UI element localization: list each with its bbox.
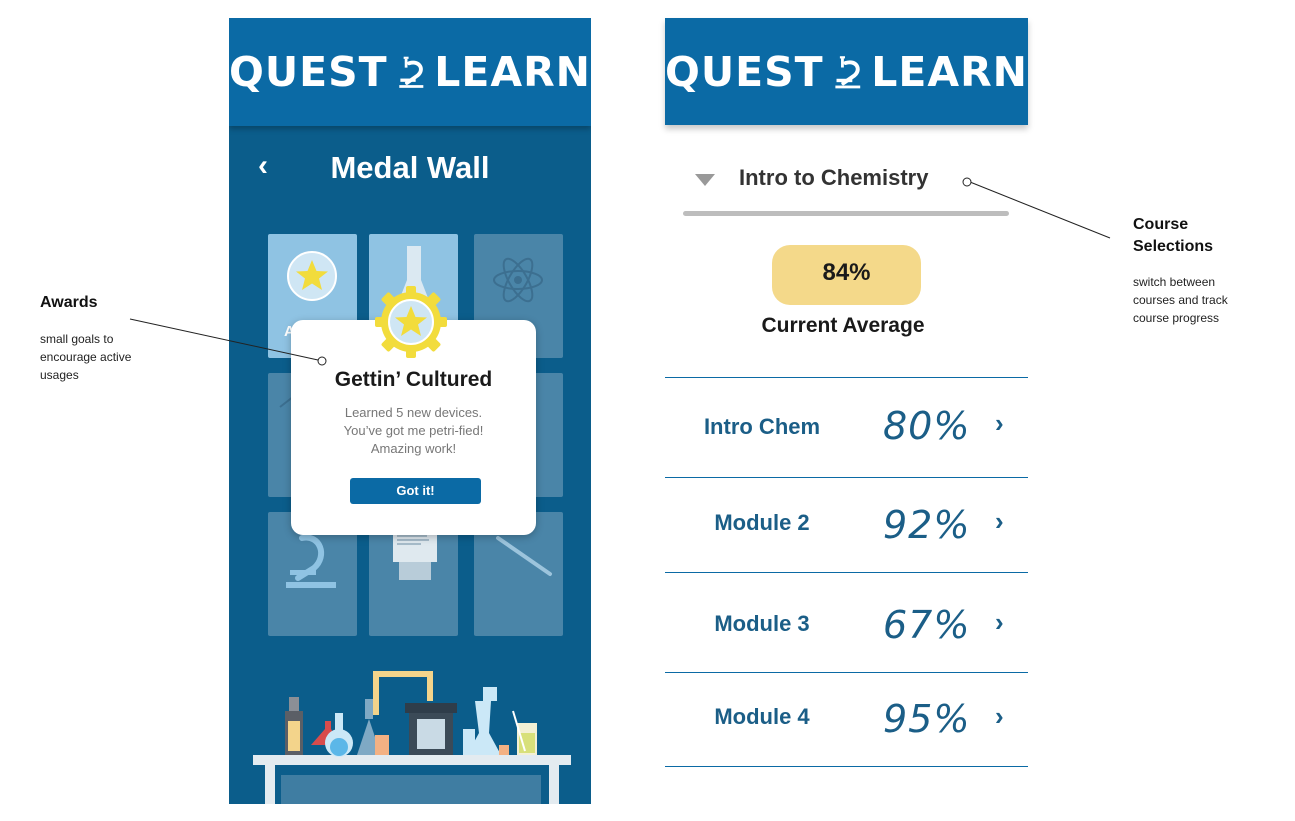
module-name: Intro Chem — [703, 414, 821, 439]
chevron-right-icon[interactable]: › — [995, 701, 1004, 732]
annotation-line: course progress — [1133, 311, 1220, 325]
page-title: Medal Wall — [330, 150, 490, 185]
brand-word-learn: LEARN — [434, 48, 591, 96]
got-it-button[interactable]: Got it! — [350, 478, 481, 504]
brand-word-quest: QUEST — [229, 48, 388, 96]
chevron-right-icon[interactable]: › — [995, 408, 1004, 439]
module-name: Module 3 — [714, 611, 810, 636]
course-progress-screen: QUEST LEARN Intro to Chemistry 84% Curre… — [665, 18, 1028, 778]
module-name: Module 4 — [714, 704, 810, 729]
brand-header: QUEST LEARN — [229, 18, 591, 126]
lab-bench-illustration — [253, 671, 571, 804]
chevron-right-icon[interactable]: › — [995, 506, 1004, 537]
module-row-module-3[interactable]: Module 3 67% › — [665, 572, 1028, 668]
module-percent: 92% — [883, 503, 971, 547]
module-row-module-4[interactable]: Module 4 95% › — [665, 672, 1028, 768]
divider — [665, 766, 1028, 767]
annotation-line: Selections — [1133, 238, 1214, 255]
brand-header: QUEST LEARN — [665, 18, 1028, 125]
brand-word-quest: QUEST — [665, 47, 824, 96]
award-title: Gettin’ Cultured — [334, 368, 493, 391]
microscope-logo-icon — [835, 55, 860, 88]
course-selector[interactable]: Intro to Chemistry — [665, 163, 1028, 199]
module-percent: 67% — [883, 603, 971, 647]
awards-annotation-title: Awards — [40, 294, 98, 311]
annotation-line: small goals to — [40, 332, 114, 346]
brand-word-learn: LEARN — [871, 47, 1028, 96]
average-label: Current Average — [761, 314, 925, 337]
module-percent: 80% — [883, 404, 971, 448]
annotation-line: usages — [40, 368, 79, 382]
award-description: Learned 5 new devices. You’ve got me pet… — [291, 404, 536, 458]
callout-lines — [129, 177, 1111, 366]
award-line: You’ve got me petri-fied! — [343, 423, 484, 438]
caret-down-icon[interactable] — [695, 174, 715, 186]
annotation-line: switch between — [1133, 275, 1216, 289]
module-row-intro-chem[interactable]: Intro Chem 80% › — [665, 377, 1028, 473]
module-name: Module 2 — [714, 510, 810, 535]
module-percent: 95% — [883, 697, 971, 741]
course-annotation-title: Course Selections — [1133, 214, 1213, 258]
award-line: Amazing work! — [370, 441, 457, 456]
course-progress-bar — [683, 211, 1009, 216]
course-name[interactable]: Intro to Chemistry — [739, 165, 928, 191]
medal-wall-header: ‹ Medal Wall — [229, 146, 591, 190]
gear-star-medal-icon — [375, 286, 447, 358]
module-row-module-2[interactable]: Module 2 92% › — [665, 477, 1028, 573]
chevron-right-icon[interactable]: › — [995, 607, 1004, 638]
annotation-line: Course — [1133, 216, 1189, 233]
award-line: Learned 5 new devices. — [344, 405, 483, 420]
course-annotation-text: switch between courses and track course … — [1133, 273, 1228, 327]
annotation-line: encourage active — [40, 350, 132, 364]
average-badge: 84% — [772, 245, 921, 305]
annotation-line: courses and track — [1133, 293, 1228, 307]
medal-wall-screen: QUEST LEARN ‹ Medal Wall A Gettin’ Cultu… — [229, 18, 591, 804]
microscope-logo-icon — [398, 56, 423, 88]
awards-annotation-text: small goals to encourage active usages — [40, 330, 131, 384]
